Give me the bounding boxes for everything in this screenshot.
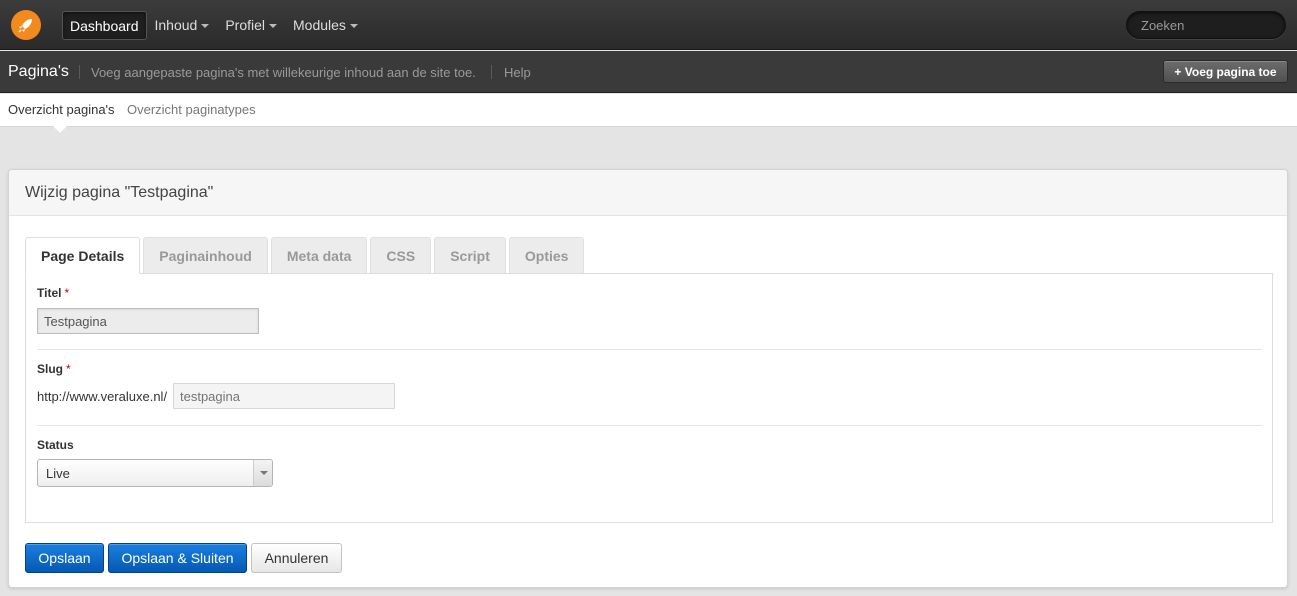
rocket-icon[interactable] [11,10,41,40]
title-label: Titel * [37,286,69,300]
status-select-value: Live [46,466,70,481]
nav-dashboard[interactable]: Dashboard [62,11,147,40]
caret-down-icon [269,24,278,29]
top-navbar: Dashboard Inhoud Profiel Modules [0,0,1297,50]
status-select[interactable]: Live [37,459,273,487]
tab-meta-data[interactable]: Meta data [270,237,368,274]
tab-content: Titel* Slug* http://www.veraluxe.nl/ Sta… [25,273,1273,523]
nav-profiel-label: Profiel [225,17,266,33]
rocket-icon-svg [18,19,32,33]
nav-modules-label: Modules [293,17,346,33]
tab-bar: Page Details Paginainhoud Meta data CSS … [25,237,587,274]
nav-modules[interactable]: Modules [285,11,366,40]
caret-down-icon [349,24,358,29]
divider [37,349,1262,350]
main-nav: Dashboard Inhoud Profiel Modules [62,11,366,40]
subnav-overview-pagetypes[interactable]: Overzicht paginatypes [127,102,256,117]
sub-nav: Overzicht pagina's Overzicht paginatypes [0,94,1297,127]
tab-script[interactable]: Script [434,237,506,274]
divider [37,425,1262,426]
nav-dashboard-label: Dashboard [70,18,139,34]
add-page-button[interactable]: + Voeg pagina toe [1163,60,1288,83]
tab-page-details[interactable]: Page Details [25,237,141,274]
title-input[interactable] [37,308,259,334]
save-close-button[interactable]: Opslaan & Sluiten [108,543,247,573]
page-header-bar: Pagina's Voeg aangepaste pagina's met wi… [0,51,1297,93]
nav-profiel[interactable]: Profiel [217,11,285,40]
nav-inhoud-label: Inhoud [154,17,198,33]
slug-label-text: Slug [37,362,63,376]
tab-paginainhoud[interactable]: Paginainhoud [143,237,268,274]
slug-prefix: http://www.veraluxe.nl/ [37,389,168,404]
subnav-overview-pages[interactable]: Overzicht pagina's [8,102,115,117]
caret-down-icon [201,24,210,29]
divider [79,65,80,79]
cancel-button[interactable]: Annuleren [251,543,342,573]
required-marker: * [66,362,71,376]
help-link[interactable]: Help [504,65,531,80]
chevron-down-icon [253,460,272,486]
required-marker: * [64,286,70,300]
save-button[interactable]: Opslaan [25,543,104,573]
active-pointer [53,126,67,133]
divider [491,65,492,79]
nav-inhoud[interactable]: Inhoud [147,11,218,40]
title-label-text: Titel [37,286,62,300]
search-input[interactable] [1126,11,1286,39]
page-title: Pagina's [8,63,69,80]
panel-header: Wijzig pagina "Testpagina" [9,170,1287,216]
tab-css[interactable]: CSS [370,237,432,274]
status-label: Status [37,438,74,452]
panel-title: Wijzig pagina "Testpagina" [25,184,214,201]
page-description: Voeg aangepaste pagina's met willekeurig… [91,65,476,80]
tab-opties[interactable]: Opties [508,237,585,274]
edit-page-panel: Wijzig pagina "Testpagina" Page Details … [8,169,1288,588]
slug-input[interactable] [173,383,395,409]
slug-label: Slug * [37,362,71,376]
